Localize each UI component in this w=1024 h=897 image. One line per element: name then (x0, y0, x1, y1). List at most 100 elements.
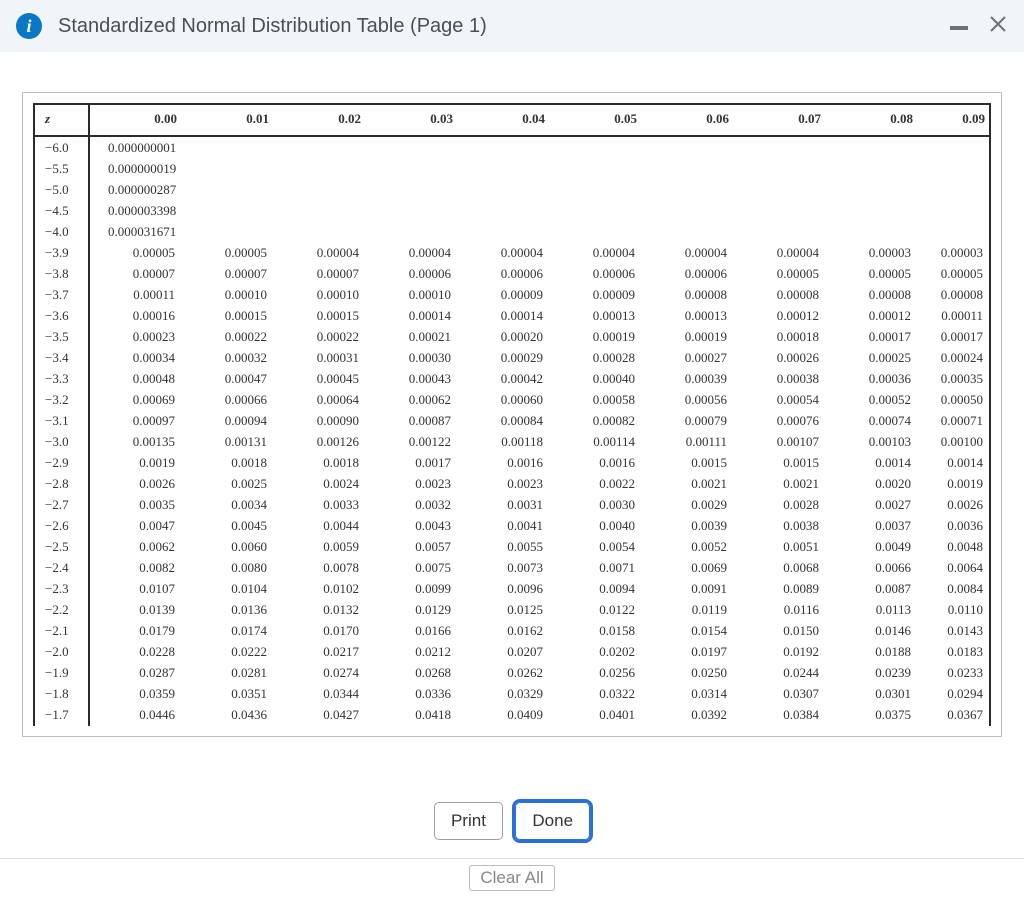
table-row: −3.70.000110.000100.000100.000100.000090… (35, 284, 989, 305)
value-cell: 0.00008 (733, 284, 825, 305)
value-cell: 0.0019 (89, 452, 181, 473)
value-cell: 0.00036 (825, 368, 917, 389)
value-cell: 0.000031671 (89, 221, 989, 242)
table-scroll[interactable]: z0.000.010.020.030.040.050.060.070.080.0… (33, 103, 991, 726)
value-cell: 0.0122 (549, 599, 641, 620)
z-cell: −3.3 (35, 368, 89, 389)
value-cell: 0.00003 (917, 242, 989, 263)
value-cell: 0.0436 (181, 704, 273, 725)
value-cell: 0.0031 (457, 494, 549, 515)
z-cell: −1.6 (35, 725, 89, 726)
value-cell: 0.0026 (89, 473, 181, 494)
value-cell: 0.0034 (181, 494, 273, 515)
value-cell: 0.000000001 (89, 136, 989, 158)
value-cell: 0.0084 (917, 578, 989, 599)
value-cell: 0.0022 (549, 473, 641, 494)
z-cell: −2.8 (35, 473, 89, 494)
z-cell: −1.7 (35, 704, 89, 725)
table-row: −3.20.000690.000660.000640.000620.000600… (35, 389, 989, 410)
value-cell: 0.0045 (181, 515, 273, 536)
window-title: Standardized Normal Distribution Table (… (58, 15, 950, 38)
value-cell: 0.0250 (641, 662, 733, 683)
value-cell: 0.00015 (273, 305, 365, 326)
value-cell: 0.00019 (641, 326, 733, 347)
z-cell: −2.2 (35, 599, 89, 620)
value-cell: 0.0054 (549, 536, 641, 557)
value-cell: 0.00006 (457, 263, 549, 284)
value-cell: 0.00060 (457, 389, 549, 410)
value-cell: 0.00122 (365, 431, 457, 452)
z-cell: −2.1 (35, 620, 89, 641)
z-cell: −2.9 (35, 452, 89, 473)
value-cell: 0.00027 (641, 347, 733, 368)
z-table: z0.000.010.020.030.040.050.060.070.080.0… (35, 105, 989, 726)
value-cell: 0.0143 (917, 620, 989, 641)
value-cell: 0.00006 (641, 263, 733, 284)
value-cell: 0.00028 (549, 347, 641, 368)
value-cell: 0.00021 (365, 326, 457, 347)
z-cell: −3.8 (35, 263, 89, 284)
value-cell: 0.0427 (273, 704, 365, 725)
minimize-icon[interactable] (950, 26, 968, 30)
value-cell: 0.0314 (641, 683, 733, 704)
z-cell: −3.4 (35, 347, 89, 368)
value-cell: 0.0125 (457, 599, 549, 620)
value-cell: 0.0033 (273, 494, 365, 515)
value-cell: 0.0136 (181, 599, 273, 620)
value-cell: 0.00076 (733, 410, 825, 431)
value-cell: 0.0018 (273, 452, 365, 473)
value-cell: 0.0401 (549, 704, 641, 725)
value-cell: 0.0094 (549, 578, 641, 599)
done-button[interactable]: Done (515, 802, 590, 840)
value-cell: 0.0036 (917, 515, 989, 536)
value-cell: 0.0274 (273, 662, 365, 683)
value-cell: 0.0537 (181, 725, 273, 726)
col-header: 0.02 (273, 105, 365, 136)
table-row: −2.70.00350.00340.00330.00320.00310.0030… (35, 494, 989, 515)
value-cell: 0.0017 (365, 452, 457, 473)
value-cell: 0.0119 (641, 599, 733, 620)
value-cell: 0.0014 (917, 452, 989, 473)
value-cell: 0.00014 (365, 305, 457, 326)
background-clear-all: Clear All (0, 858, 1024, 891)
value-cell: 0.00094 (181, 410, 273, 431)
value-cell: 0.0166 (365, 620, 457, 641)
value-cell: 0.00004 (273, 242, 365, 263)
table-row: −4.00.000031671 (35, 221, 989, 242)
value-cell: 0.00007 (273, 263, 365, 284)
col-header: 0.04 (457, 105, 549, 136)
clear-all-button[interactable]: Clear All (469, 865, 554, 891)
value-cell: 0.00071 (917, 410, 989, 431)
value-cell: 0.00004 (641, 242, 733, 263)
value-cell: 0.00005 (917, 263, 989, 284)
col-header: 0.01 (181, 105, 273, 136)
value-cell: 0.00111 (641, 431, 733, 452)
value-cell: 0.0019 (917, 473, 989, 494)
value-cell: 0.00034 (89, 347, 181, 368)
value-cell: 0.0068 (733, 557, 825, 578)
table-row: −3.90.000050.000050.000040.000040.000040… (35, 242, 989, 263)
value-cell: 0.00050 (917, 389, 989, 410)
value-cell: 0.00031 (273, 347, 365, 368)
table-row: −5.50.000000019 (35, 158, 989, 179)
print-button[interactable]: Print (434, 802, 503, 840)
table-row: −3.60.000160.000150.000150.000140.000140… (35, 305, 989, 326)
value-cell: 0.0526 (273, 725, 365, 726)
value-cell: 0.0485 (641, 725, 733, 726)
z-cell: −2.5 (35, 536, 89, 557)
value-cell: 0.00040 (549, 368, 641, 389)
table-row: −1.70.04460.04360.04270.04180.04090.0401… (35, 704, 989, 725)
close-icon[interactable] (988, 14, 1008, 39)
value-cell: 0.0023 (457, 473, 549, 494)
value-cell: 0.0080 (181, 557, 273, 578)
z-cell: −3.5 (35, 326, 89, 347)
z-cell: −1.8 (35, 683, 89, 704)
value-cell: 0.00084 (457, 410, 549, 431)
value-cell: 0.0192 (733, 641, 825, 662)
value-cell: 0.0183 (917, 641, 989, 662)
value-cell: 0.0344 (273, 683, 365, 704)
value-cell: 0.00026 (733, 347, 825, 368)
value-cell: 0.0041 (457, 515, 549, 536)
value-cell: 0.00004 (549, 242, 641, 263)
value-cell: 0.0336 (365, 683, 457, 704)
